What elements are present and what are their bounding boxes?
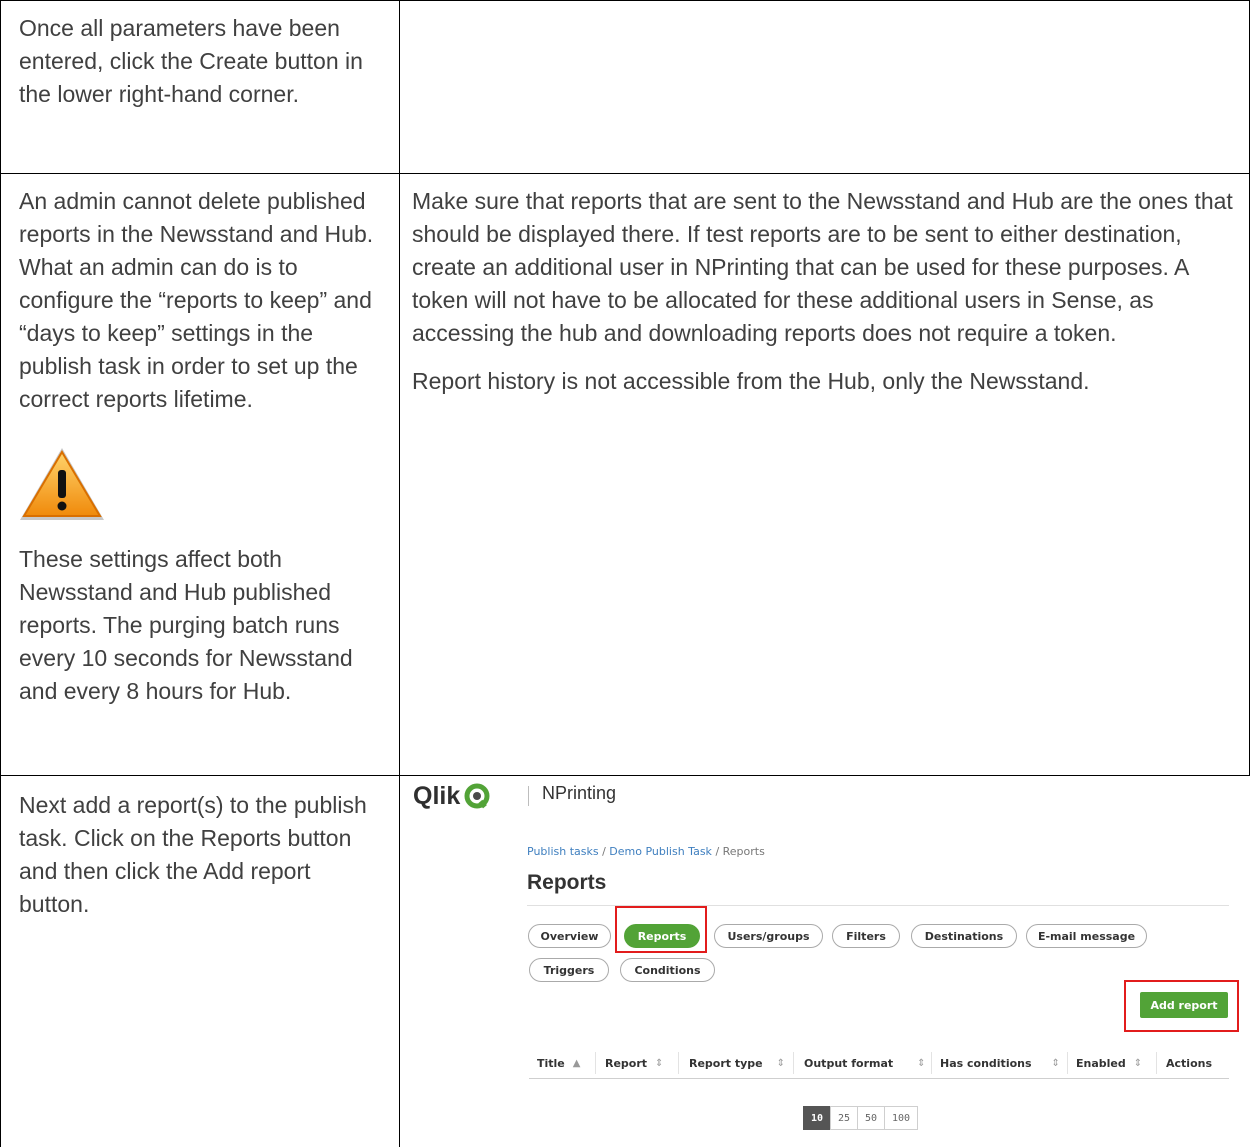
add-report-instruction: Next add a report(s) to the publish task… xyxy=(19,792,367,917)
page-size-100[interactable]: 100 xyxy=(884,1106,918,1130)
sort-ascending-icon: ▲ xyxy=(572,1057,581,1069)
sort-icon: ⇕ xyxy=(776,1057,786,1069)
newsstand-hub-note: Make sure that reports that are sent to … xyxy=(412,188,1233,346)
breadcrumb-publish-tasks[interactable]: Publish tasks xyxy=(527,845,599,858)
row3-left-text: Next add a report(s) to the publish task… xyxy=(19,789,384,921)
row1-left-text: Once all parameters have been entered, c… xyxy=(19,12,384,111)
column-divider xyxy=(678,1052,679,1074)
row-divider-1 xyxy=(0,173,1250,174)
sort-icon: ⇕ xyxy=(655,1057,664,1069)
breadcrumb-separator: / xyxy=(715,845,723,858)
column-actions: Actions xyxy=(1166,1048,1212,1078)
purge-settings-note: These settings affect both Newsstand and… xyxy=(19,546,353,704)
sort-icon: ⇕ xyxy=(1133,1057,1143,1069)
page-size-selector: 10 25 50 100 xyxy=(803,1106,918,1130)
row-divider-2 xyxy=(0,775,1250,776)
breadcrumb: Publish tasks / Demo Publish Task / Repo… xyxy=(527,845,765,858)
qlik-q-icon xyxy=(464,783,490,809)
nprinting-screenshot: Qlik NPrinting Publish tasks / Demo Publ… xyxy=(401,778,1250,1147)
column-divider xyxy=(1067,1052,1068,1074)
breadcrumb-current: Reports xyxy=(722,845,765,858)
tab-triggers[interactable]: Triggers xyxy=(529,958,609,982)
column-enabled[interactable]: Enabled ⇕ xyxy=(1076,1048,1142,1078)
tab-email-message[interactable]: E-mail message xyxy=(1026,924,1147,948)
tab-destinations[interactable]: Destinations xyxy=(911,924,1017,948)
warning-triangle-icon xyxy=(20,448,104,520)
column-actions-label: Actions xyxy=(1166,1056,1212,1070)
column-has-conditions-label: Has conditions xyxy=(940,1056,1032,1070)
column-output-format-label: Output format xyxy=(804,1056,894,1070)
table-border-top xyxy=(0,0,1250,1)
add-report-highlight xyxy=(1124,980,1239,1032)
column-output-format[interactable]: Output format ⇕ xyxy=(804,1048,926,1078)
row2-left-block: An admin cannot delete published reports… xyxy=(19,185,384,416)
product-name: NPrinting xyxy=(542,783,617,803)
qlik-logo: Qlik xyxy=(413,782,490,810)
column-divider xyxy=(399,0,400,1147)
column-enabled-label: Enabled xyxy=(1076,1056,1126,1070)
sort-icon: ⇕ xyxy=(917,1057,926,1069)
column-title[interactable]: Title ▲ xyxy=(537,1048,580,1078)
reports-tab-highlight xyxy=(615,906,707,953)
admin-delete-note: An admin cannot delete published reports… xyxy=(19,188,374,412)
column-report[interactable]: Report ⇕ xyxy=(605,1048,663,1078)
row2-left-block-2: These settings affect both Newsstand and… xyxy=(19,543,384,708)
report-history-note: Report history is not accessible from th… xyxy=(412,368,1090,394)
sort-icon: ⇕ xyxy=(1051,1057,1060,1069)
create-instruction: Once all parameters have been entered, c… xyxy=(19,15,363,107)
column-report-type-label: Report type xyxy=(689,1056,763,1070)
tab-filters[interactable]: Filters xyxy=(832,924,900,948)
page-size-50[interactable]: 50 xyxy=(857,1106,885,1130)
column-divider xyxy=(595,1052,596,1074)
page-title: Reports xyxy=(527,871,607,894)
table-border-left xyxy=(0,0,1,1147)
column-has-conditions[interactable]: Has conditions ⇕ xyxy=(940,1048,1060,1078)
page-size-25[interactable]: 25 xyxy=(830,1106,858,1130)
column-report-label: Report xyxy=(605,1056,648,1070)
tab-users-groups[interactable]: Users/groups xyxy=(714,924,823,948)
breadcrumb-demo-publish-task[interactable]: Demo Publish Task xyxy=(609,845,712,858)
tab-conditions[interactable]: Conditions xyxy=(620,958,715,982)
logo-separator xyxy=(528,786,529,806)
column-divider xyxy=(1156,1052,1157,1074)
column-divider xyxy=(793,1052,794,1074)
column-report-type[interactable]: Report type ⇕ xyxy=(689,1048,785,1078)
reports-table-header: Title ▲ Report ⇕ Report type ⇕ Output fo… xyxy=(529,1048,1229,1079)
column-divider xyxy=(931,1052,932,1074)
qlik-wordmark: Qlik xyxy=(413,781,461,810)
document-table: Once all parameters have been entered, c… xyxy=(0,0,1250,1147)
tab-overview[interactable]: Overview xyxy=(528,924,611,948)
column-title-label: Title xyxy=(537,1056,565,1070)
row2-right-text: Make sure that reports that are sent to … xyxy=(412,185,1242,398)
page-size-10[interactable]: 10 xyxy=(803,1106,831,1130)
